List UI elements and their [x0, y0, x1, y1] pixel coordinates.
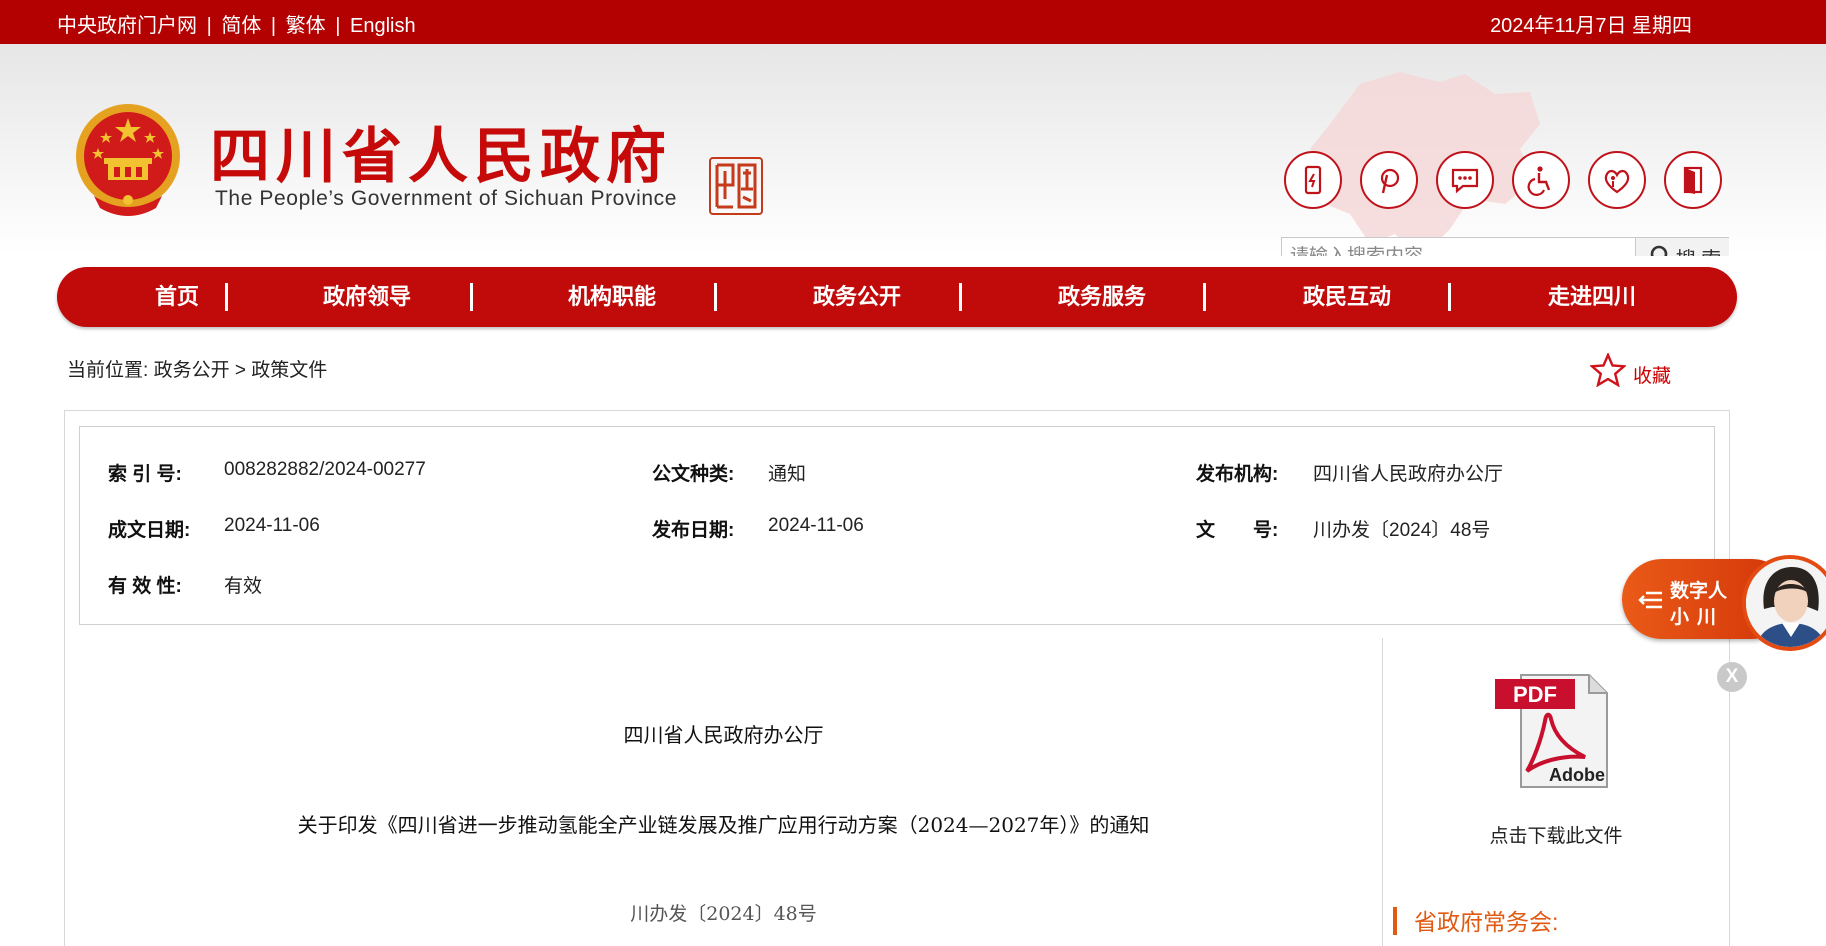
document-number-value: 川办发〔2024〕48号 — [1313, 520, 1491, 541]
nav-item-gov-affairs[interactable]: 政务公开 — [777, 267, 937, 327]
nav-item-interaction[interactable]: 政民互动 — [1267, 267, 1427, 327]
search-input[interactable] — [1282, 238, 1635, 256]
article-container: 索 引 号: 008282882/2024-00277 公文种类: 通知 发布机… — [64, 410, 1730, 946]
message-icon[interactable] — [1436, 151, 1494, 209]
accessibility-icon[interactable] — [1512, 151, 1570, 209]
service-icons — [1284, 151, 1726, 209]
digital-assistant-widget[interactable]: 数字人 小川 — [1622, 555, 1826, 651]
weibo-icon[interactable] — [1360, 151, 1418, 209]
nav-separator — [959, 283, 962, 311]
central-portal-link[interactable]: 中央政府门户网 — [57, 15, 197, 37]
document-meta-table: 索 引 号: 008282882/2024-00277 公文种类: 通知 发布机… — [79, 426, 1715, 625]
separator: | — [335, 15, 341, 37]
main-nav: 首页 政府领导 机构职能 政务公开 政务服务 政民互动 走进四川 — [57, 267, 1737, 327]
china-seal-logo — [709, 157, 763, 215]
current-date: 2024年11月7日 星期四 — [1490, 15, 1692, 37]
site-subtitle: The People’s Government of Sichuan Provi… — [215, 187, 677, 210]
header-banner: 四川省人民政府 The People’s Government of Sichu… — [0, 44, 1826, 256]
doc-type-label: 公文种类: — [652, 464, 735, 485]
close-assistant-button[interactable]: X — [1717, 662, 1747, 692]
elderly-care-icon[interactable] — [1588, 151, 1646, 209]
breadcrumb-policy-docs[interactable]: 政策文件 — [251, 360, 327, 381]
section-marker — [1393, 907, 1397, 935]
index-number-value: 008282882/2024-00277 — [224, 459, 426, 480]
document-number: 川办发〔2024〕48号 — [630, 903, 817, 925]
traditional-chinese-link[interactable]: 繁体 — [286, 15, 326, 37]
pdf-badge-text: PDF — [1513, 682, 1557, 707]
validity-value: 有效 — [224, 576, 263, 597]
search-box: 搜 索 — [1281, 237, 1729, 256]
english-link[interactable]: English — [350, 15, 416, 37]
favorite-label: 收藏 — [1633, 366, 1672, 387]
index-number-label: 索 引 号: — [108, 464, 182, 485]
document-number-label: 文 号: — [1196, 520, 1279, 541]
nav-separator — [1448, 283, 1451, 311]
breadcrumb: 当前位置: 政务公开 > 政策文件 — [67, 355, 327, 382]
separator: | — [270, 15, 277, 37]
executive-meeting-heading: 省政府常务会: — [1414, 909, 1559, 935]
pdf-download-icon[interactable]: PDF Adobe — [1493, 671, 1611, 791]
login-door-icon[interactable] — [1664, 151, 1722, 209]
favorite-button[interactable]: 收藏 — [1590, 353, 1680, 389]
top-bar: 中央政府门户网 | 简体 | 繁体 | English 2024年11月7日 星… — [0, 0, 1826, 44]
nav-item-leaders[interactable]: 政府领导 — [287, 267, 447, 327]
seal-glyph-icon — [715, 163, 757, 209]
column-divider — [1382, 638, 1383, 946]
adobe-text: Adobe — [1549, 765, 1605, 785]
breadcrumb-gov-affairs[interactable]: 政务公开 — [154, 360, 230, 381]
search-button[interactable]: 搜 索 — [1635, 238, 1729, 256]
issuer-label: 发布机构: — [1196, 464, 1279, 485]
breadcrumb-arrow: > — [234, 360, 246, 381]
nav-separator — [225, 283, 228, 311]
search-icon — [1650, 245, 1668, 256]
nav-separator — [714, 283, 717, 311]
national-emblem-icon[interactable] — [72, 100, 184, 220]
nav-item-sichuan[interactable]: 走进四川 — [1512, 267, 1672, 327]
validity-label: 有 效 性: — [108, 576, 182, 597]
star-icon — [1590, 353, 1626, 387]
menu-icon — [1638, 591, 1662, 609]
published-date-label: 发布日期: — [652, 520, 735, 541]
breadcrumb-prefix: 当前位置: — [67, 360, 149, 381]
assistant-avatar-icon — [1746, 559, 1826, 647]
written-date-label: 成文日期: — [108, 520, 191, 541]
download-file-link[interactable]: 点击下载此文件 — [1382, 821, 1730, 848]
simplified-chinese-link[interactable]: 简体 — [221, 15, 261, 37]
nav-separator — [470, 283, 473, 311]
assistant-name: 小川 — [1670, 607, 1725, 628]
written-date-value: 2024-11-06 — [224, 515, 320, 536]
nav-item-services[interactable]: 政务服务 — [1022, 267, 1182, 327]
separator: | — [206, 15, 212, 37]
document-title: 关于印发《四川省进一步推动氢能全产业链发展及推广应用行动方案（2024—2027… — [297, 813, 1150, 837]
mobile-icon[interactable] — [1284, 151, 1342, 209]
doc-type-value: 通知 — [768, 464, 807, 485]
nav-separator — [1203, 283, 1206, 311]
nav-item-agencies[interactable]: 机构职能 — [532, 267, 692, 327]
issuer-value: 四川省人民政府办公厅 — [1313, 464, 1504, 485]
document-issuer: 四川省人民政府办公厅 — [623, 723, 824, 747]
nav-item-home[interactable]: 首页 — [127, 267, 227, 327]
published-date-value: 2024-11-06 — [768, 515, 864, 536]
top-links: 中央政府门户网 | 简体 | 繁体 | English — [57, 9, 416, 38]
search-button-label: 搜 索 — [1676, 243, 1722, 257]
assistant-label: 数字人 — [1670, 581, 1728, 602]
site-title[interactable]: 四川省人民政府 — [210, 108, 672, 195]
